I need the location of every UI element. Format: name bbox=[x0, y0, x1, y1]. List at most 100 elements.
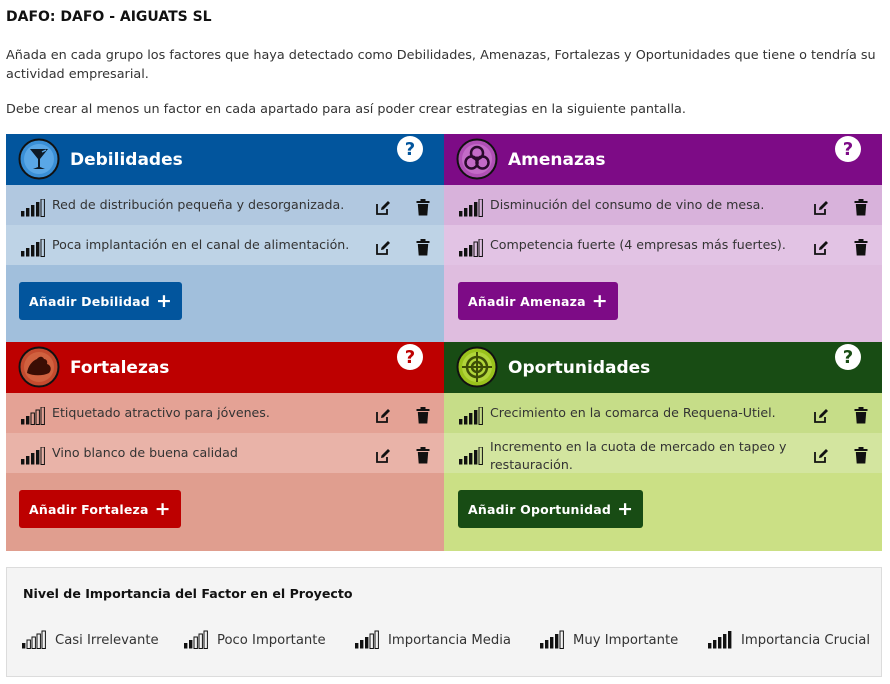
legend-title: Nivel de Importancia del Factor en el Pr… bbox=[23, 586, 353, 601]
importance-bar bbox=[40, 239, 45, 257]
svg-text:?: ? bbox=[843, 139, 853, 160]
importance-bar bbox=[31, 245, 35, 257]
legend-label: Casi Irrelevante bbox=[55, 633, 159, 648]
importance-bar bbox=[31, 205, 35, 217]
importance-bar bbox=[21, 211, 25, 217]
edit-icon[interactable] bbox=[375, 240, 391, 256]
quadrant-fortalezas: Fortalezas ? Etiquetado atractivo para j… bbox=[6, 342, 444, 551]
glass-icon bbox=[18, 138, 60, 180]
importance-bar bbox=[36, 450, 40, 465]
add-debilidad-button[interactable]: Añadir Debilidad + bbox=[19, 282, 183, 320]
amenazas-header: Amenazas ? bbox=[444, 134, 882, 185]
add-amenaza-button[interactable]: Añadir Amenaza + bbox=[458, 282, 618, 320]
svg-text:?: ? bbox=[843, 347, 853, 368]
importance-bar bbox=[360, 640, 364, 649]
factor-text: Crecimiento en la comarca de Requena-Uti… bbox=[490, 405, 776, 420]
importance-bar bbox=[30, 412, 35, 425]
plus-icon: + bbox=[154, 497, 171, 520]
list-item: Red de distribución pequeña y desorganiz… bbox=[6, 185, 444, 225]
importance-bar bbox=[40, 407, 45, 425]
importance-bar bbox=[718, 637, 722, 649]
factor-text: Competencia fuerte (4 empresas más fuert… bbox=[490, 237, 786, 252]
importance-bar bbox=[203, 630, 208, 649]
help-icon[interactable]: ? bbox=[396, 135, 424, 163]
importance-2-icon bbox=[184, 630, 208, 649]
importance-bar bbox=[40, 199, 45, 217]
edit-icon[interactable] bbox=[813, 408, 829, 424]
add-oportunidad-button[interactable]: Añadir Oportunidad + bbox=[458, 490, 644, 528]
list-item: Incremento en la cuota de mercado en tap… bbox=[444, 433, 882, 473]
importance-bar bbox=[193, 636, 198, 649]
importance-bar bbox=[26, 416, 30, 425]
importance-bar bbox=[708, 643, 712, 649]
trash-icon[interactable] bbox=[854, 199, 868, 216]
importance-bar bbox=[459, 251, 463, 257]
legend-label: Importancia Media bbox=[388, 633, 512, 648]
edit-icon[interactable] bbox=[813, 448, 829, 464]
debilidades-header: Debilidades ? bbox=[6, 134, 444, 185]
importance-2-icon bbox=[21, 407, 45, 425]
edit-icon[interactable] bbox=[813, 240, 829, 256]
importance-bar bbox=[374, 630, 379, 649]
list-item: Disminución del consumo de vino de mesa. bbox=[444, 185, 882, 225]
oportunidades-title: Oportunidades bbox=[508, 358, 651, 378]
importance-3-icon bbox=[355, 630, 379, 649]
importance-bar bbox=[464, 248, 468, 257]
plus-icon: + bbox=[617, 497, 634, 520]
importance-bar bbox=[469, 453, 473, 465]
importance-bar bbox=[713, 640, 717, 649]
add-fortaleza-button[interactable]: Añadir Fortaleza + bbox=[19, 490, 181, 528]
importance-bar bbox=[464, 416, 468, 425]
list-item: Crecimiento en la comarca de Requena-Uti… bbox=[444, 393, 882, 433]
legend-label: Muy Importante bbox=[573, 633, 679, 648]
importance-bar bbox=[478, 407, 483, 425]
importance-4-icon bbox=[459, 407, 483, 425]
help-icon[interactable]: ? bbox=[834, 135, 862, 163]
importance-bar bbox=[26, 208, 30, 217]
list-item: Poca implantación en el canal de aliment… bbox=[6, 225, 444, 265]
importance-bar bbox=[469, 205, 473, 217]
help-icon[interactable]: ? bbox=[834, 343, 862, 371]
importance-bar bbox=[555, 634, 559, 649]
factor-text: Incremento en la cuota de mercado en tap… bbox=[490, 439, 787, 472]
importance-bar bbox=[40, 447, 45, 465]
factor-text: Vino blanco de buena calidad bbox=[52, 445, 238, 460]
importance-bar bbox=[31, 453, 35, 465]
importance-bar bbox=[469, 245, 473, 257]
importance-bar bbox=[184, 643, 188, 649]
add-amenaza-label: Añadir Amenaza bbox=[468, 293, 586, 309]
importance-bar bbox=[474, 410, 478, 425]
edit-icon[interactable] bbox=[375, 200, 391, 216]
trash-icon[interactable] bbox=[416, 407, 430, 424]
trash-icon[interactable] bbox=[854, 447, 868, 464]
edit-icon[interactable] bbox=[375, 408, 391, 424]
add-oportunidad-label: Añadir Oportunidad bbox=[468, 501, 612, 517]
trash-icon[interactable] bbox=[416, 447, 430, 464]
importance-bar bbox=[41, 630, 46, 649]
importance-bar bbox=[478, 447, 483, 465]
edit-icon[interactable] bbox=[813, 200, 829, 216]
importance-bar bbox=[369, 633, 374, 649]
quadrant-oportunidades: Oportunidades ? Crecimiento en la comarc… bbox=[444, 342, 882, 551]
factor-text: Etiquetado atractivo para jóvenes. bbox=[52, 405, 270, 420]
importance-bar bbox=[550, 637, 554, 649]
trash-icon[interactable] bbox=[854, 407, 868, 424]
trash-icon[interactable] bbox=[416, 199, 430, 216]
add-fortaleza-label: Añadir Fortaleza bbox=[29, 501, 149, 517]
legend-label: Poco Importante bbox=[217, 633, 326, 648]
importance-bar bbox=[35, 409, 40, 425]
trash-icon[interactable] bbox=[854, 239, 868, 256]
importance-bar bbox=[473, 241, 478, 257]
debilidades-title: Debilidades bbox=[70, 150, 183, 170]
importance-bar bbox=[26, 456, 30, 465]
importance-bar bbox=[21, 419, 25, 425]
importance-bar bbox=[198, 633, 203, 649]
importance-1-icon bbox=[22, 630, 46, 649]
trash-icon[interactable] bbox=[416, 239, 430, 256]
edit-icon[interactable] bbox=[375, 448, 391, 464]
importance-4-icon bbox=[459, 447, 483, 465]
importance-bar bbox=[728, 631, 732, 649]
fortalezas-title: Fortalezas bbox=[70, 358, 170, 378]
help-icon[interactable]: ? bbox=[396, 343, 424, 371]
importance-3-icon bbox=[459, 239, 483, 257]
